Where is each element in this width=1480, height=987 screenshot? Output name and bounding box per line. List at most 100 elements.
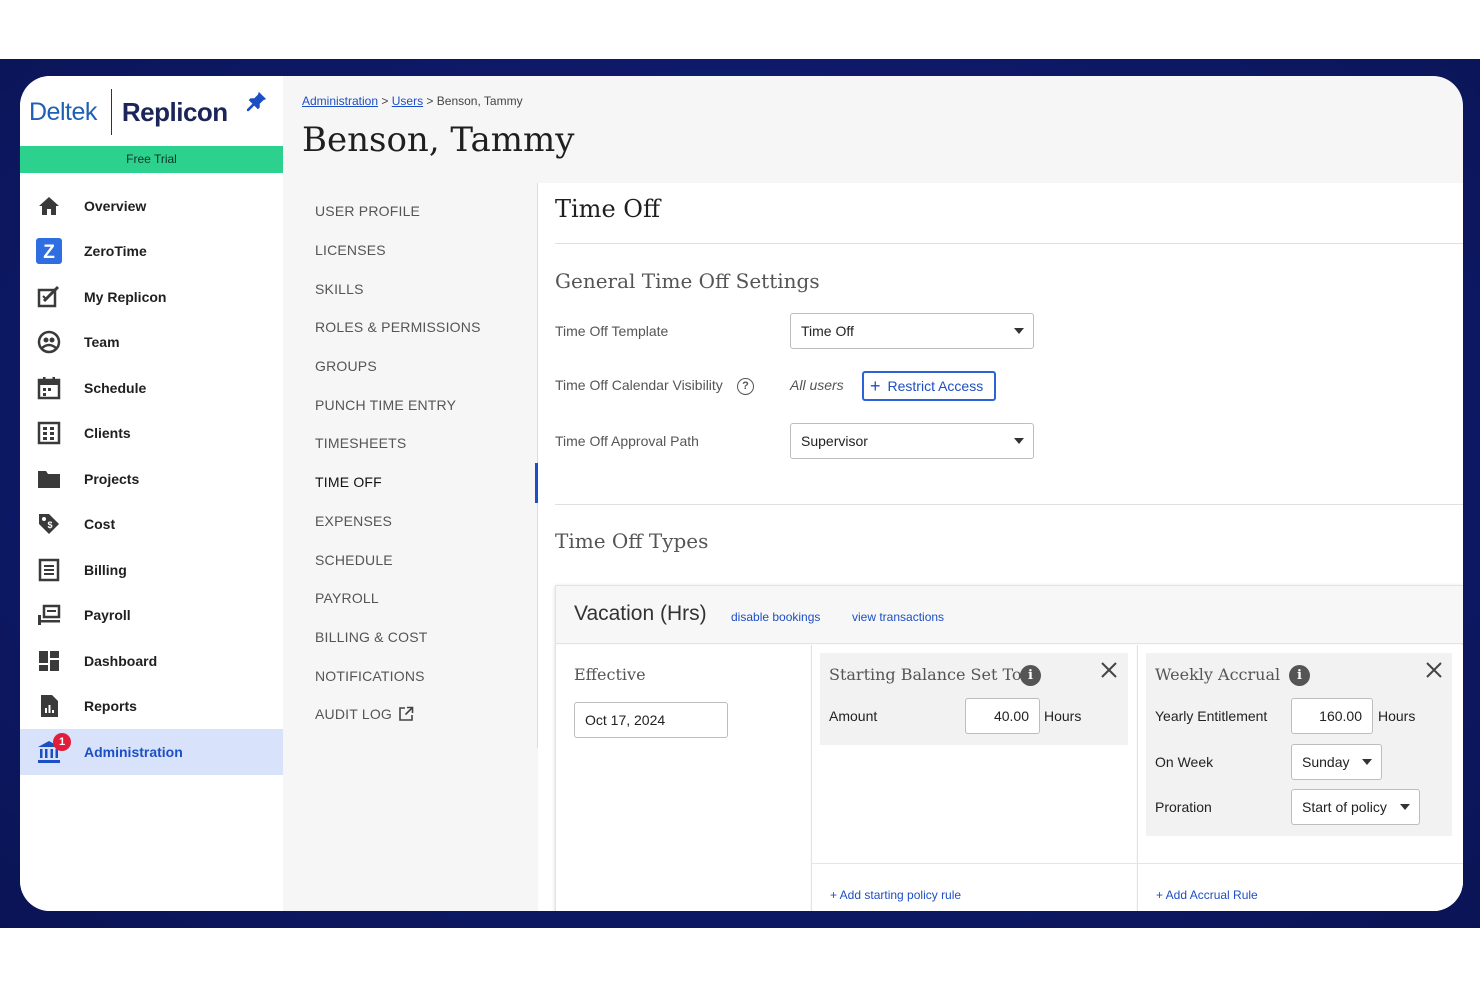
on-week-value: Sunday xyxy=(1302,754,1350,770)
dashboard-icon xyxy=(36,648,62,674)
divider xyxy=(555,243,1463,244)
logo: Deltek Replicon xyxy=(29,89,228,135)
sidebar-item-label: Administration xyxy=(84,743,183,760)
sidebar-item-label: Team xyxy=(84,334,120,351)
sidebar-item-cost[interactable]: $ Cost xyxy=(20,502,283,548)
subnav-notifications[interactable]: NOTIFICATIONS xyxy=(315,668,425,684)
weekly-accrual-title: Weekly Accrual xyxy=(1155,665,1281,684)
starting-balance-column: Starting Balance Set To i Amount 40.00 H… xyxy=(811,645,1137,911)
sidebar-item-label: Schedule xyxy=(84,379,147,396)
view-transactions-link[interactable]: view transactions xyxy=(852,610,944,624)
sidebar-item-projects[interactable]: Projects xyxy=(20,456,283,502)
sidebar-item-payroll[interactable]: Payroll xyxy=(20,593,283,639)
sidebar-item-team[interactable]: Team xyxy=(20,320,283,366)
sidebar-item-dashboard[interactable]: Dashboard xyxy=(20,638,283,684)
add-starting-policy-rule-link[interactable]: + Add starting policy rule xyxy=(830,888,961,902)
restrict-access-button[interactable]: + Restrict Access xyxy=(862,371,996,401)
sidebar-item-label: Clients xyxy=(84,425,131,442)
svg-text:$: $ xyxy=(47,520,52,530)
divider xyxy=(1138,863,1463,864)
proration-label: Proration xyxy=(1155,799,1212,815)
effective-label: Effective xyxy=(574,665,646,684)
on-week-select[interactable]: Sunday xyxy=(1291,744,1382,780)
vacation-card-header: Vacation (Hrs) disable bookings view tra… xyxy=(556,586,1463,644)
sidebar-item-clients[interactable]: Clients xyxy=(20,411,283,457)
approval-path-select[interactable]: Supervisor xyxy=(790,423,1034,459)
subnav-licenses[interactable]: LICENSES xyxy=(315,242,386,258)
sidebar-item-reports[interactable]: Reports xyxy=(20,684,283,730)
sidebar-item-label: Billing xyxy=(84,561,127,578)
disable-bookings-link[interactable]: disable bookings xyxy=(731,610,820,624)
reports-icon xyxy=(36,693,62,719)
subnav-user-profile[interactable]: USER PROFILE xyxy=(315,203,420,219)
sidebar-item-label: ZeroTime xyxy=(84,243,147,260)
sidebar-item-overview[interactable]: Overview xyxy=(20,183,283,229)
sidebar-item-label: Reports xyxy=(84,698,137,715)
subnav-punch-time-entry[interactable]: PUNCH TIME ENTRY xyxy=(315,397,456,413)
section-title: Time Off xyxy=(555,195,660,223)
vacation-card: Vacation (Hrs) disable bookings view tra… xyxy=(555,585,1463,911)
info-icon[interactable]: i xyxy=(1289,665,1310,686)
sidebar-item-label: My Replicon xyxy=(84,288,167,305)
team-icon xyxy=(36,329,62,355)
amount-input[interactable]: 40.00 xyxy=(965,698,1040,734)
external-link-icon xyxy=(399,706,414,721)
subnav-skills[interactable]: SKILLS xyxy=(315,281,364,297)
time-off-template-select[interactable]: Time Off xyxy=(790,313,1034,349)
close-icon[interactable] xyxy=(1100,661,1118,679)
calendar-visibility-value: All users xyxy=(790,377,844,393)
effective-column: Effective Oct 17, 2024 xyxy=(556,645,810,911)
add-accrual-rule-link[interactable]: + Add Accrual Rule xyxy=(1156,888,1258,902)
entitlement-unit: Hours xyxy=(1378,708,1416,724)
subnav-audit-log[interactable]: AUDIT LOG xyxy=(315,706,414,722)
dropdown-caret-icon xyxy=(1014,328,1024,334)
divider xyxy=(812,863,1137,864)
breadcrumb-separator: > xyxy=(426,94,434,108)
restrict-access-label: Restrict Access xyxy=(887,378,984,394)
sidebar-nav: Overview Z ZeroTime My Replicon Team Sch… xyxy=(20,183,283,775)
sidebar-item-administration[interactable]: 1 Administration xyxy=(20,729,283,775)
amount-label: Amount xyxy=(829,708,878,724)
dropdown-caret-icon xyxy=(1400,804,1410,810)
weekly-accrual-panel: Weekly Accrual i Yearly Entitlement 160.… xyxy=(1146,653,1452,836)
info-icon[interactable]: i xyxy=(1020,665,1041,686)
subnav-time-off[interactable]: TIME OFF xyxy=(315,474,382,490)
sidebar-item-schedule[interactable]: Schedule xyxy=(20,365,283,411)
subnav-payroll[interactable]: PAYROLL xyxy=(315,590,379,606)
breadcrumb-link-users[interactable]: Users xyxy=(392,94,423,108)
help-icon[interactable]: ? xyxy=(737,378,754,395)
subnav-expenses[interactable]: EXPENSES xyxy=(315,513,392,529)
yearly-entitlement-label: Yearly Entitlement xyxy=(1155,708,1268,724)
pin-icon[interactable] xyxy=(246,90,268,112)
amount-unit: Hours xyxy=(1044,708,1082,724)
proration-select[interactable]: Start of policy xyxy=(1291,789,1420,825)
time-off-template-value: Time Off xyxy=(801,323,854,339)
user-subnav: USER PROFILE LICENSES SKILLS ROLES & PER… xyxy=(283,183,538,911)
subnav-roles-permissions[interactable]: ROLES & PERMISSIONS xyxy=(315,319,481,335)
time-off-types-heading: Time Off Types xyxy=(555,529,709,553)
general-settings-heading: General Time Off Settings xyxy=(555,269,820,293)
free-trial-banner[interactable]: Free Trial xyxy=(20,146,283,173)
my-replicon-icon xyxy=(36,284,62,310)
plus-icon: + xyxy=(870,376,881,396)
calendar-icon xyxy=(36,375,62,401)
notification-badge: 1 xyxy=(53,733,71,751)
close-icon[interactable] xyxy=(1425,661,1443,679)
subnav-schedule[interactable]: SCHEDULE xyxy=(315,552,393,568)
effective-date-input[interactable]: Oct 17, 2024 xyxy=(574,702,728,738)
sidebar-item-label: Payroll xyxy=(84,607,131,624)
svg-text:Z: Z xyxy=(43,242,55,263)
sidebar-item-zerotime[interactable]: Z ZeroTime xyxy=(20,229,283,275)
sidebar-item-my-replicon[interactable]: My Replicon xyxy=(20,274,283,320)
subnav-timesheets[interactable]: TIMESHEETS xyxy=(315,435,406,451)
subnav-billing-cost[interactable]: BILLING & COST xyxy=(315,629,428,645)
tag-icon: $ xyxy=(36,511,62,537)
dropdown-caret-icon xyxy=(1362,759,1372,765)
breadcrumb-link-administration[interactable]: Administration xyxy=(302,94,378,108)
sidebar-item-billing[interactable]: Billing xyxy=(20,547,283,593)
time-off-template-label: Time Off Template xyxy=(555,323,669,339)
billing-icon xyxy=(36,557,62,583)
starting-balance-title: Starting Balance Set To xyxy=(829,665,1022,684)
yearly-entitlement-input[interactable]: 160.00 xyxy=(1291,698,1373,734)
subnav-groups[interactable]: GROUPS xyxy=(315,358,377,374)
